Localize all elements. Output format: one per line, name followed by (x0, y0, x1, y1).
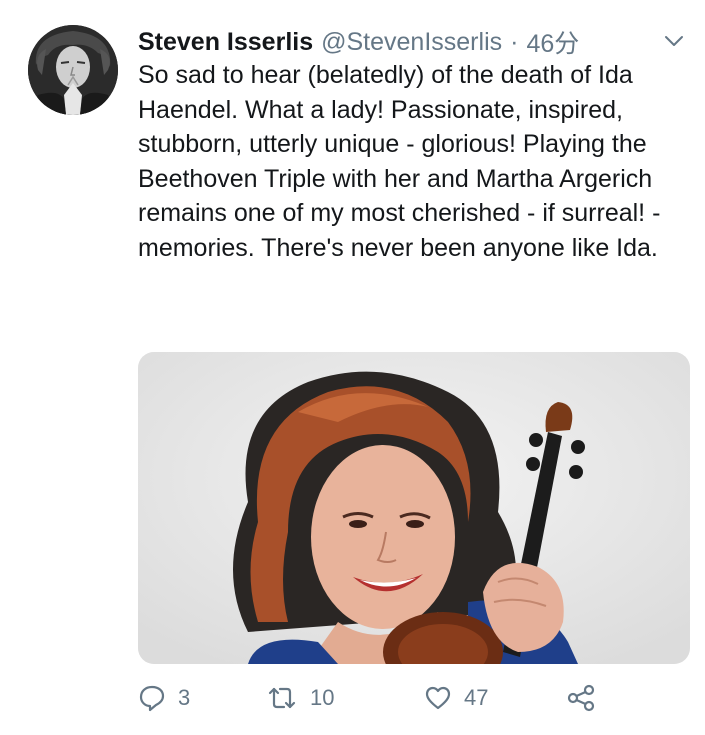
share-icon (566, 684, 596, 712)
reply-count: 3 (178, 685, 191, 710)
chevron-down-icon[interactable] (663, 30, 685, 52)
share-button[interactable] (566, 678, 596, 718)
tweet-text: So sad to hear (belatedly) of the death … (138, 61, 661, 262)
like-count: 47 (464, 685, 489, 710)
avatar[interactable] (28, 25, 118, 115)
reply-icon (138, 684, 166, 712)
retweet-button[interactable]: 10 (266, 678, 334, 718)
tweet-timestamp[interactable]: 46分 (526, 24, 579, 60)
author-name[interactable]: Steven Isserlis (138, 28, 313, 57)
tweet-media-image[interactable] (138, 352, 690, 664)
tweet-header: Steven Isserlis @StevenIsserlis · 46分 (138, 22, 678, 62)
separator-dot: · (510, 27, 519, 56)
tweet-actions: 3 10 47 (138, 678, 618, 718)
retweet-count: 10 (310, 685, 335, 710)
tweet-card[interactable]: Steven Isserlis @StevenIsserlis · 46分 So… (0, 0, 705, 735)
avatar-image (28, 25, 118, 115)
heart-icon (424, 684, 452, 712)
retweet-icon (266, 684, 298, 712)
reply-button[interactable]: 3 (138, 678, 190, 718)
like-button[interactable]: 47 (424, 678, 488, 718)
photo-woman-with-violin (138, 352, 690, 664)
author-handle[interactable]: @StevenIsserlis (321, 28, 502, 57)
